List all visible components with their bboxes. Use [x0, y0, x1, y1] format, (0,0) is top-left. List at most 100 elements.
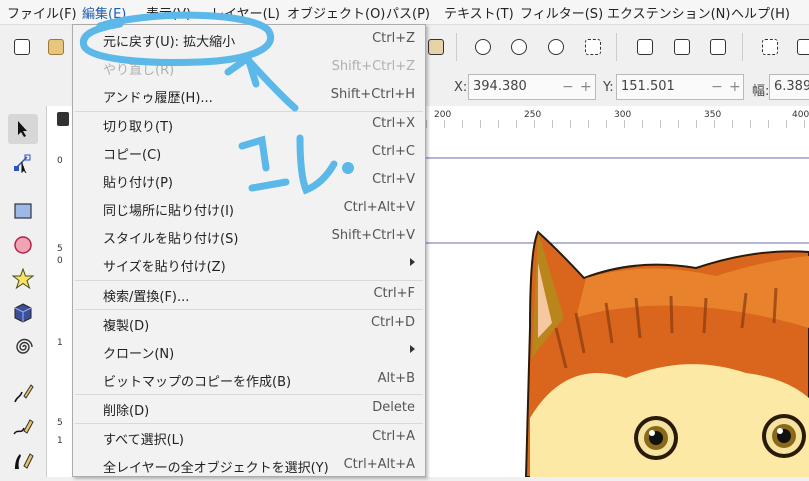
- zoom-drawing-icon[interactable]: [511, 39, 527, 55]
- hruler-tick-400: 400: [792, 110, 809, 120]
- drawing-canvas[interactable]: [426, 128, 809, 478]
- y-coordinate-input[interactable]: 151.501: [616, 74, 744, 100]
- submenu-arrow-icon: [410, 258, 415, 266]
- menu-item-select-all[interactable]: すべて選択(L) Ctrl+A: [73, 425, 425, 451]
- menu-separator: [75, 309, 423, 310]
- find-replace-shortcut: Ctrl+F: [373, 286, 415, 301]
- cube-icon: [14, 303, 32, 323]
- zoom-selection-icon[interactable]: [475, 39, 491, 55]
- edit-menu-dropdown: 元に戻す(U): 拡大縮小 Ctrl+Z やり直し(R) Shift+Ctrl+…: [72, 24, 426, 477]
- duplicate-label: 複製(D): [103, 319, 150, 334]
- menu-item-redo[interactable]: やり直し(R) Shift+Ctrl+Z: [73, 55, 425, 81]
- menu-item-select-all-in-all-layers[interactable]: 全レイヤーの全オブジェクトを選択(Y) Ctrl+Alt+A: [73, 453, 425, 479]
- hruler-tick-300: 300: [614, 110, 632, 120]
- 3d-box-tool[interactable]: [8, 298, 38, 328]
- select-all-label: すべて選択(L): [103, 433, 184, 448]
- menu-item-undo-history[interactable]: アンドゥ履歴(H)... Shift+Ctrl+H: [73, 83, 425, 109]
- undo-history-label: アンドゥ履歴(H)...: [103, 91, 213, 106]
- menu-help[interactable]: ヘルプ(H): [731, 3, 790, 22]
- menu-item-paste-in-place[interactable]: 同じ場所に貼り付け(I) Ctrl+Alt+V: [73, 196, 425, 222]
- duplicate-shortcut: Ctrl+D: [370, 315, 415, 330]
- ungroup-icon[interactable]: [797, 39, 809, 55]
- selector-tool[interactable]: [8, 114, 38, 144]
- menu-path[interactable]: パス(P): [386, 3, 430, 22]
- x-coordinate-input[interactable]: 394.380: [468, 74, 596, 100]
- node-icon: [14, 154, 31, 173]
- width-value: 6.389: [774, 79, 809, 94]
- horizontal-ruler: 200 250 300 350 400: [426, 106, 809, 129]
- paste-icon[interactable]: [428, 39, 444, 55]
- pencil-tool[interactable]: [8, 378, 38, 408]
- submenu-arrow-icon: [410, 345, 415, 353]
- menu-item-clone[interactable]: クローン(N): [73, 339, 425, 365]
- menu-item-duplicate[interactable]: 複製(D) Ctrl+D: [73, 311, 425, 337]
- menu-item-undo[interactable]: 元に戻す(U): 拡大縮小 Ctrl+Z: [73, 27, 425, 53]
- menu-item-make-bitmap-copy[interactable]: ビットマップのコピーを作成(B) Alt+B: [73, 367, 425, 393]
- menu-file[interactable]: ファイル(F): [7, 3, 77, 22]
- unlink-clone-icon[interactable]: [710, 39, 726, 55]
- zoom-page-width-icon[interactable]: [585, 39, 601, 55]
- menu-edit[interactable]: 編集(E): [82, 3, 126, 22]
- menu-item-copy[interactable]: コピー(C) Ctrl+C: [73, 140, 425, 166]
- x-value: 394.380: [473, 79, 527, 94]
- bitmap-copy-shortcut: Alt+B: [377, 371, 415, 386]
- find-replace-label: 検索/置換(F)...: [103, 290, 190, 305]
- paste-label: 貼り付け(P): [103, 176, 173, 191]
- menu-item-cut[interactable]: 切り取り(T) Ctrl+X: [73, 112, 425, 138]
- menu-text[interactable]: テキスト(T): [444, 3, 514, 22]
- paste-style-shortcut: Shift+Ctrl+V: [331, 228, 415, 243]
- menu-separator: [75, 280, 423, 281]
- menu-item-paste-style[interactable]: スタイルを貼り付け(S) Shift+Ctrl+V: [73, 224, 425, 250]
- menu-filters[interactable]: フィルター(S): [520, 3, 603, 22]
- vruler-tick-5: 1: [57, 436, 63, 446]
- zoom-page-icon[interactable]: [548, 39, 564, 55]
- menu-item-delete[interactable]: 削除(D) Delete: [73, 396, 425, 422]
- menu-separator: [75, 423, 423, 424]
- new-document-icon[interactable]: [14, 39, 30, 55]
- undo-label: 元に戻す(U): 拡大縮小: [103, 35, 236, 50]
- calligraphy-icon: [15, 453, 34, 469]
- width-input[interactable]: 6.389: [769, 74, 809, 100]
- undo-history-shortcut: Shift+Ctrl+H: [330, 87, 415, 102]
- rectangle-tool[interactable]: [8, 196, 38, 226]
- menu-extensions[interactable]: エクステンション(N): [607, 3, 730, 22]
- y-minus-button[interactable]: −: [711, 79, 723, 95]
- vruler-tick-4: 5: [57, 418, 63, 428]
- bitmap-copy-label: ビットマップのコピーを作成(B): [103, 375, 292, 390]
- cat-illustration: [426, 157, 809, 478]
- delete-label: 削除(D): [103, 404, 150, 419]
- x-plus-button[interactable]: +: [580, 79, 592, 95]
- vruler-tick-2: 0: [57, 256, 63, 266]
- vruler-tick-0: 0: [57, 156, 63, 166]
- duplicate-icon[interactable]: [637, 39, 653, 55]
- pen-icon: [13, 419, 34, 435]
- menu-item-find-replace[interactable]: 検索/置換(F)... Ctrl+F: [73, 282, 425, 308]
- spiral-tool[interactable]: [8, 332, 38, 362]
- menu-layer[interactable]: レイヤー(L): [211, 3, 280, 22]
- node-tool[interactable]: [8, 148, 38, 178]
- clone-icon[interactable]: [674, 39, 690, 55]
- vertical-ruler: 0 5 0 1 5 1: [46, 106, 73, 477]
- width-label: 幅:: [752, 84, 770, 99]
- y-plus-button[interactable]: +: [729, 79, 741, 95]
- undo-shortcut: Ctrl+Z: [372, 31, 415, 46]
- ellipse-tool[interactable]: [8, 230, 38, 260]
- menu-view[interactable]: 表示(V): [146, 3, 191, 22]
- paste-size-label: サイズを貼り付け(Z): [103, 260, 226, 275]
- paste-shortcut: Ctrl+V: [372, 172, 415, 187]
- hruler-tick-200: 200: [434, 110, 452, 120]
- menu-item-paste-size[interactable]: サイズを貼り付け(Z): [73, 252, 425, 278]
- circle-icon: [14, 236, 32, 254]
- copy-shortcut: Ctrl+C: [371, 144, 415, 159]
- star-tool[interactable]: [8, 264, 38, 294]
- calligraphy-tool[interactable]: [8, 446, 38, 476]
- group-icon[interactable]: [762, 39, 778, 55]
- menu-item-paste[interactable]: 貼り付け(P) Ctrl+V: [73, 168, 425, 194]
- pen-tool[interactable]: [8, 412, 38, 442]
- lock-icon[interactable]: [57, 112, 69, 126]
- x-minus-button[interactable]: −: [562, 79, 574, 95]
- select-all-layers-label: 全レイヤーの全オブジェクトを選択(Y): [103, 461, 329, 476]
- open-folder-icon[interactable]: [48, 39, 64, 55]
- menu-bar: ファイル(F) 編集(E) 表示(V) レイヤー(L) オブジェクト(O) パス…: [0, 0, 809, 25]
- menu-object[interactable]: オブジェクト(O): [287, 3, 385, 22]
